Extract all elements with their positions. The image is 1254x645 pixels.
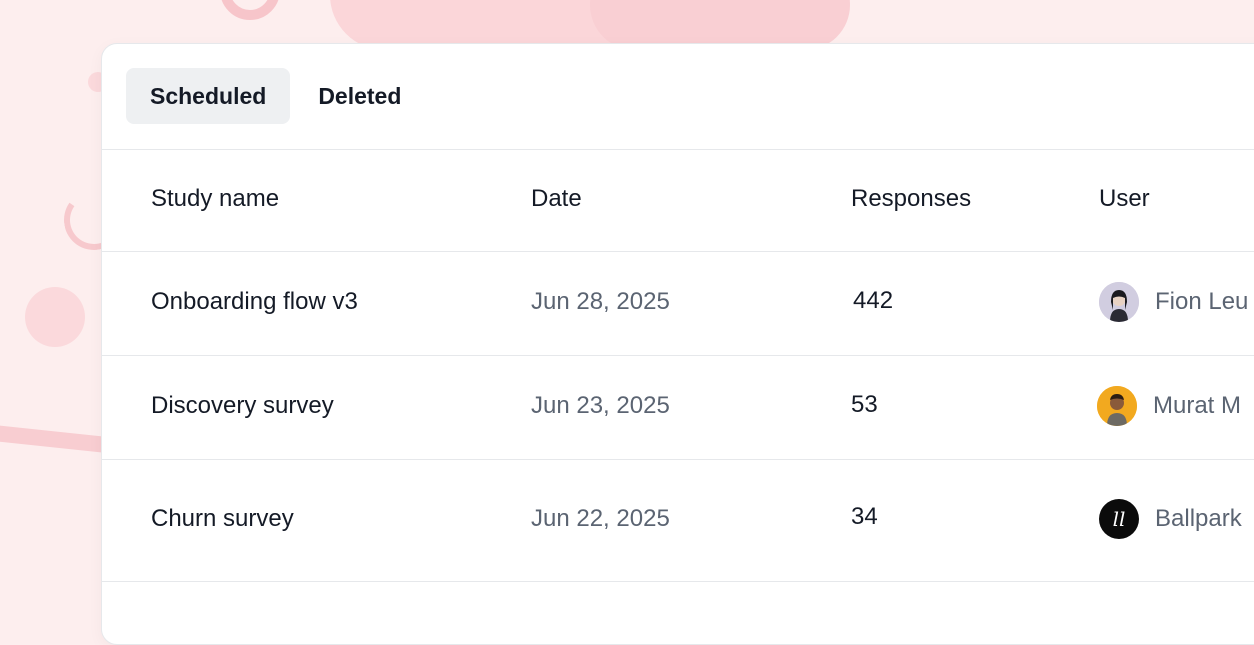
background-dot (25, 287, 85, 347)
person-photo-icon (1097, 386, 1137, 426)
user-name: Ballpark (1155, 505, 1242, 532)
column-header-user[interactable]: User (1099, 185, 1150, 213)
tab-scheduled[interactable]: Scheduled (126, 68, 291, 124)
studies-card: Scheduled Deleted Study name Date Respon… (101, 43, 1254, 645)
column-header-date[interactable]: Date (531, 185, 582, 213)
row-responses: 442 (853, 287, 894, 314)
row-user: Murat M (1097, 386, 1241, 426)
row-divider (102, 355, 1254, 356)
ballpark-logo-icon: ll (1099, 499, 1139, 539)
tab-bar: Scheduled Deleted (126, 68, 425, 124)
header-divider (102, 251, 1254, 252)
row-responses: 53 (851, 391, 878, 418)
tab-deleted[interactable]: Deleted (294, 68, 425, 124)
row-divider (102, 581, 1254, 582)
row-date: Jun 28, 2025 (531, 288, 670, 315)
row-user: ll Ballpark (1099, 499, 1242, 539)
row-date: Jun 22, 2025 (531, 505, 670, 532)
column-header-responses[interactable]: Responses (851, 185, 971, 213)
background-ring (220, 0, 280, 20)
column-header-study-name[interactable]: Study name (151, 185, 279, 213)
row-user: Fion Leu (1099, 282, 1248, 322)
row-date: Jun 23, 2025 (531, 392, 670, 419)
tabs-divider (102, 149, 1254, 150)
user-name: Fion Leu (1155, 288, 1249, 315)
row-study-name[interactable]: Churn survey (151, 505, 294, 533)
person-photo-icon (1099, 282, 1139, 322)
row-responses: 34 (851, 503, 878, 530)
row-study-name[interactable]: Onboarding flow v3 (151, 288, 358, 316)
user-name: Murat M (1153, 392, 1242, 419)
row-divider (102, 459, 1254, 460)
row-study-name[interactable]: Discovery survey (151, 392, 334, 420)
